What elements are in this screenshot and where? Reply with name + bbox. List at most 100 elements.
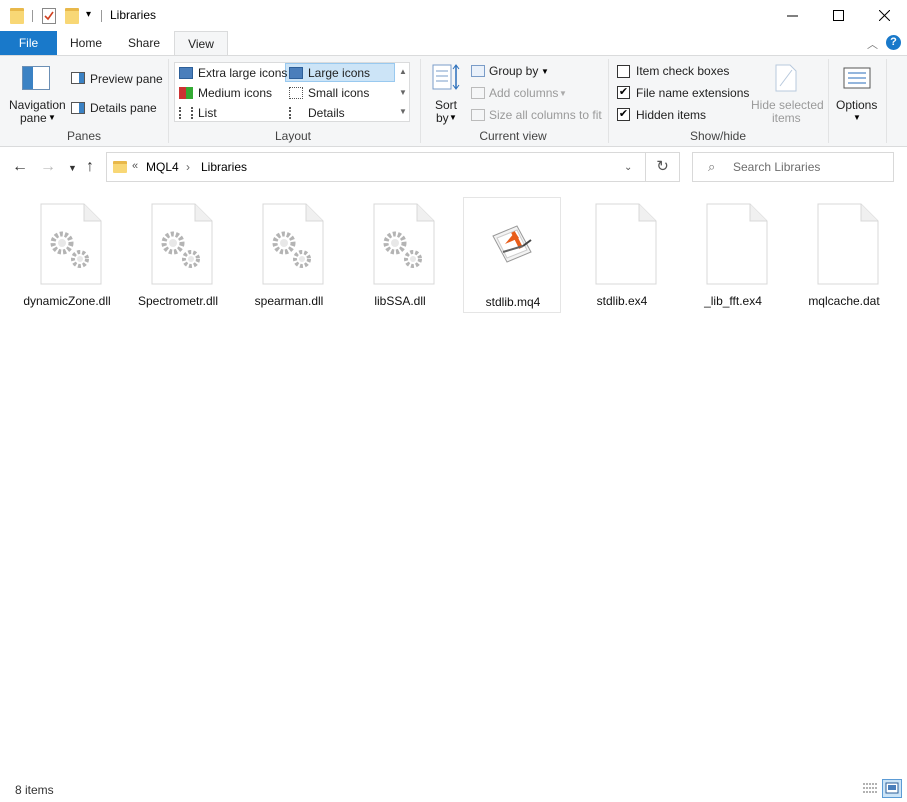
file-name: _lib_fft.ex4 [704, 294, 762, 308]
navigation-pane-icon[interactable] [22, 66, 50, 90]
breadcrumb-mql4[interactable]: MQL4 [146, 160, 179, 174]
file-item-stdlib-mq4[interactable]: stdlib.mq4 [463, 197, 561, 313]
breadcrumb-libraries[interactable]: Libraries [201, 160, 247, 174]
chevron-down-icon[interactable]: ▼ [541, 67, 549, 76]
help-icon[interactable]: ? [886, 35, 901, 50]
tab-view[interactable]: View [174, 31, 228, 56]
group-by-icon[interactable] [471, 65, 485, 77]
quick-access-dropdown-icon[interactable]: ▾ [86, 9, 91, 20]
sort-by-label[interactable]: Sort [435, 98, 457, 112]
layout-medium-icons[interactable]: Medium icons [198, 86, 272, 100]
search-input[interactable]: Search Libraries [733, 160, 820, 174]
address-bar[interactable]: « MQL4 › Libraries ⌄ [106, 152, 646, 182]
gears-icon [151, 203, 213, 285]
back-arrow-icon[interactable]: ← [12, 158, 28, 176]
title-bar: ▾ Libraries [0, 0, 907, 31]
item-check-boxes-checkbox[interactable] [617, 65, 630, 78]
item-count: 8 items [15, 783, 54, 797]
details-pane-icon[interactable] [71, 102, 85, 114]
window-title: Libraries [110, 8, 157, 22]
file-item-dynamiczone[interactable]: dynamicZone.dll [18, 195, 116, 311]
chevron-down-icon[interactable]: ▼ [48, 113, 56, 122]
layout-small-icons[interactable]: Small icons [308, 86, 369, 100]
group-by-button[interactable]: Group by [489, 64, 538, 78]
address-overflow[interactable]: « [132, 160, 138, 172]
file-name: stdlib.mq4 [485, 295, 541, 309]
blank-file-icon [817, 203, 879, 285]
tab-file[interactable]: File [0, 31, 57, 55]
file-name: Spectrometr.dll [137, 294, 219, 308]
options-icon[interactable] [843, 67, 871, 89]
preview-pane-icon[interactable] [71, 72, 85, 84]
show-hide-group-label: Show/hide [689, 129, 747, 143]
details-icon [289, 107, 303, 119]
large-icons-view-icon[interactable] [882, 779, 902, 798]
file-item-spearman[interactable]: spearman.dll [240, 195, 338, 311]
gears-icon [262, 203, 324, 285]
navigation-pane-label[interactable]: Navigation [9, 98, 66, 112]
metaeditor-icon [492, 225, 532, 263]
layout-large-icons[interactable]: Large icons [308, 66, 370, 80]
file-item-stdlib-ex4[interactable]: stdlib.ex4 [573, 195, 671, 311]
properties-icon[interactable] [42, 8, 56, 24]
list-icon [179, 107, 193, 119]
file-item-lib-fft[interactable]: _lib_fft.ex4 [684, 195, 782, 311]
chevron-down-icon[interactable]: ▼ [449, 113, 457, 122]
title-separator-2 [101, 10, 102, 22]
item-check-boxes-label[interactable]: Item check boxes [636, 64, 729, 78]
current-view-group-label: Current view [479, 129, 547, 143]
gears-icon [373, 203, 435, 285]
blank-file-icon [595, 203, 657, 285]
minimize-button[interactable] [769, 0, 815, 31]
file-item-libssa[interactable]: libSSA.dll [351, 195, 449, 311]
gallery-scroll-down-icon[interactable]: ▼ [399, 88, 407, 97]
tab-share[interactable]: Share [116, 31, 172, 55]
sort-by-icon[interactable] [432, 63, 460, 93]
chevron-down-icon: ▼ [559, 89, 567, 98]
large-icons-icon [289, 67, 303, 79]
folder-icon [113, 161, 127, 173]
small-icons-icon [289, 87, 303, 99]
folder-icon [10, 8, 24, 24]
sort-by-label-2[interactable]: by [436, 111, 449, 125]
hidden-items-checkbox[interactable]: ✔ [617, 108, 630, 121]
details-pane-button[interactable]: Details pane [90, 101, 157, 115]
collapse-ribbon-icon[interactable]: ︿ [867, 36, 878, 52]
file-item-spectrometr[interactable]: Spectrometr.dll [129, 195, 227, 311]
file-name: mqlcache.dat [808, 294, 880, 308]
ribbon-separator [420, 59, 421, 143]
options-button[interactable]: Options [836, 98, 877, 112]
ribbon: Navigation pane ▼ Preview pane Details p… [0, 55, 907, 147]
chevron-down-icon[interactable]: ▼ [853, 113, 861, 122]
maximize-button[interactable] [815, 0, 861, 31]
address-dropdown-icon[interactable]: ⌄ [624, 162, 632, 173]
close-button[interactable] [861, 0, 907, 31]
file-item-mqlcache[interactable]: mqlcache.dat [795, 195, 893, 311]
recent-locations-icon[interactable]: ▼ [68, 163, 77, 173]
refresh-button[interactable]: ↻ [646, 152, 680, 182]
breadcrumb-chevron-icon[interactable]: › [186, 160, 190, 174]
file-name-extensions-checkbox[interactable]: ✔ [617, 86, 630, 99]
preview-pane-button[interactable]: Preview pane [90, 72, 163, 86]
layout-extra-large-icons[interactable]: Extra large icons [198, 66, 287, 80]
hide-selected-items-label: Hide selected [751, 98, 824, 112]
hidden-items-label[interactable]: Hidden items [636, 108, 706, 122]
layout-details[interactable]: Details [308, 106, 345, 120]
gallery-expand-icon[interactable]: ▼ [399, 107, 407, 116]
file-name: libSSA.dll [374, 294, 426, 308]
ribbon-separator [886, 59, 887, 143]
layout-list[interactable]: List [198, 106, 217, 120]
forward-arrow-icon: → [40, 158, 56, 175]
search-box[interactable]: ⌕ Search Libraries [692, 152, 894, 182]
search-icon: ⌕ [708, 159, 716, 174]
add-columns-icon [471, 87, 485, 99]
details-view-icon[interactable] [860, 779, 880, 798]
file-name-extensions-label[interactable]: File name extensions [636, 86, 749, 100]
navigation-pane-label-2[interactable]: pane [20, 111, 47, 125]
new-folder-icon[interactable] [65, 8, 79, 24]
gallery-scroll-up-icon[interactable]: ▲ [399, 67, 407, 76]
file-name: stdlib.ex4 [596, 294, 648, 308]
up-arrow-icon[interactable]: ↑ [86, 158, 94, 176]
tab-home[interactable]: Home [58, 31, 114, 55]
title-separator [32, 10, 33, 22]
